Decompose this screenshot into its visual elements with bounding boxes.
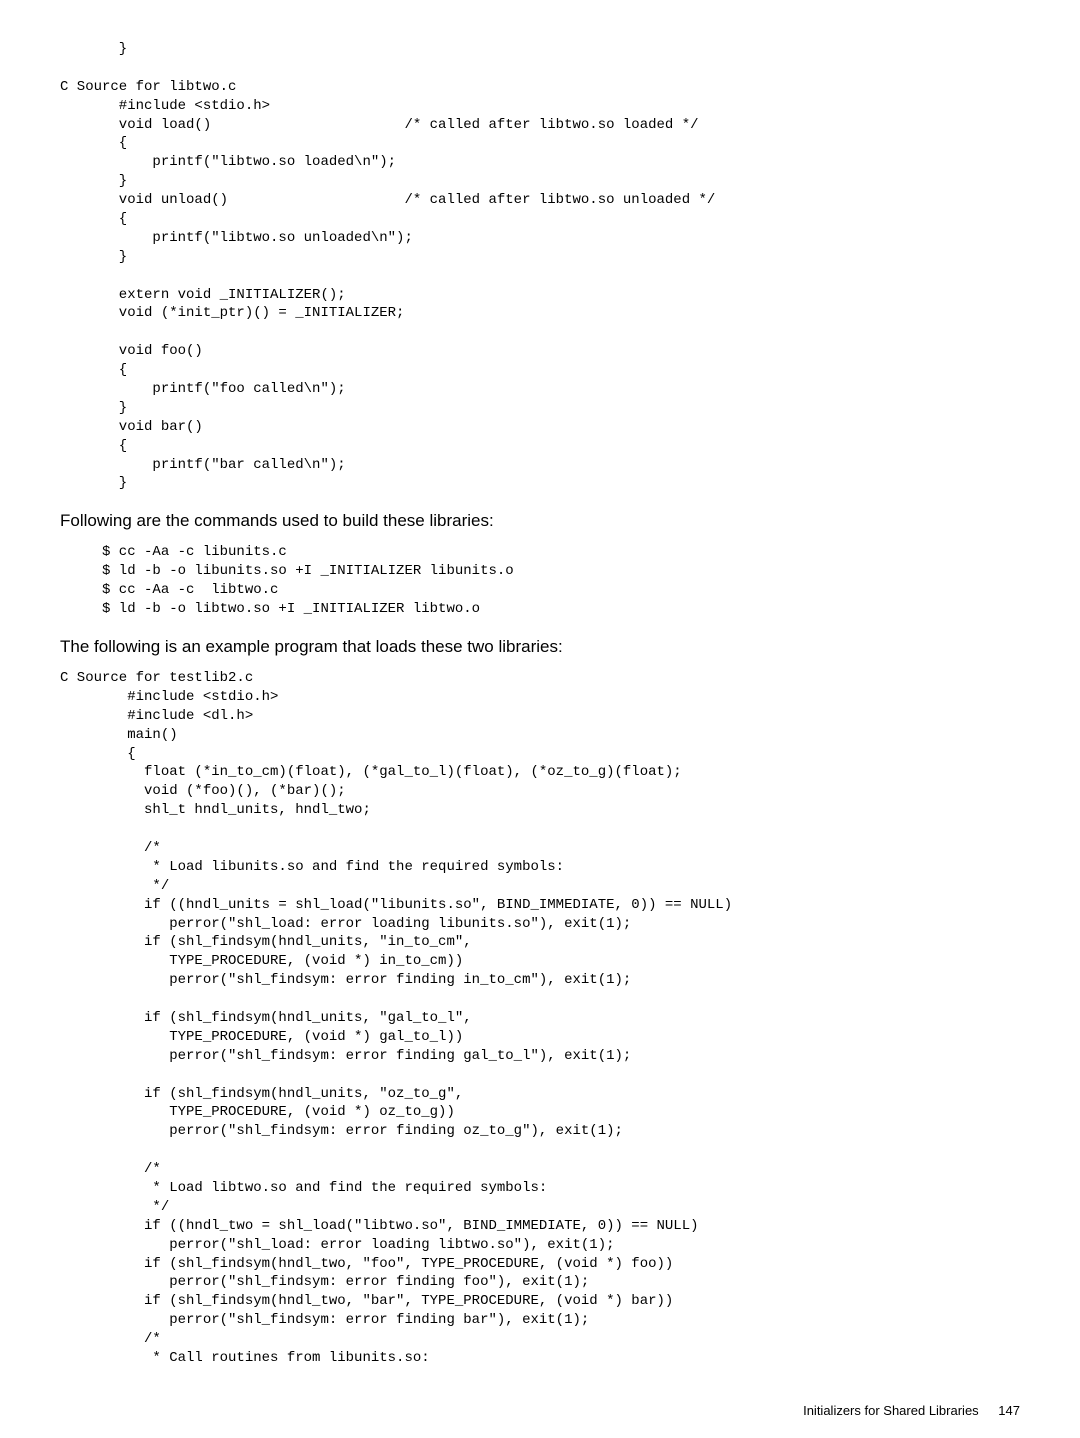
narrative-example-program: The following is an example program that…: [60, 637, 1020, 657]
footer-title: Initializers for Shared Libraries: [803, 1403, 979, 1418]
page-footer: Initializers for Shared Libraries 147: [803, 1403, 1020, 1418]
page: } C Source for libtwo.c #include <stdio.…: [0, 0, 1080, 1438]
footer-page-number: 147: [998, 1403, 1020, 1418]
code-block-build-commands: $ cc -Aa -c libunits.c $ ld -b -o libuni…: [60, 543, 1020, 619]
narrative-build-commands: Following are the commands used to build…: [60, 511, 1020, 531]
code-block-libtwo: } C Source for libtwo.c #include <stdio.…: [60, 40, 1020, 493]
code-block-testlib2: C Source for testlib2.c #include <stdio.…: [60, 669, 1020, 1368]
